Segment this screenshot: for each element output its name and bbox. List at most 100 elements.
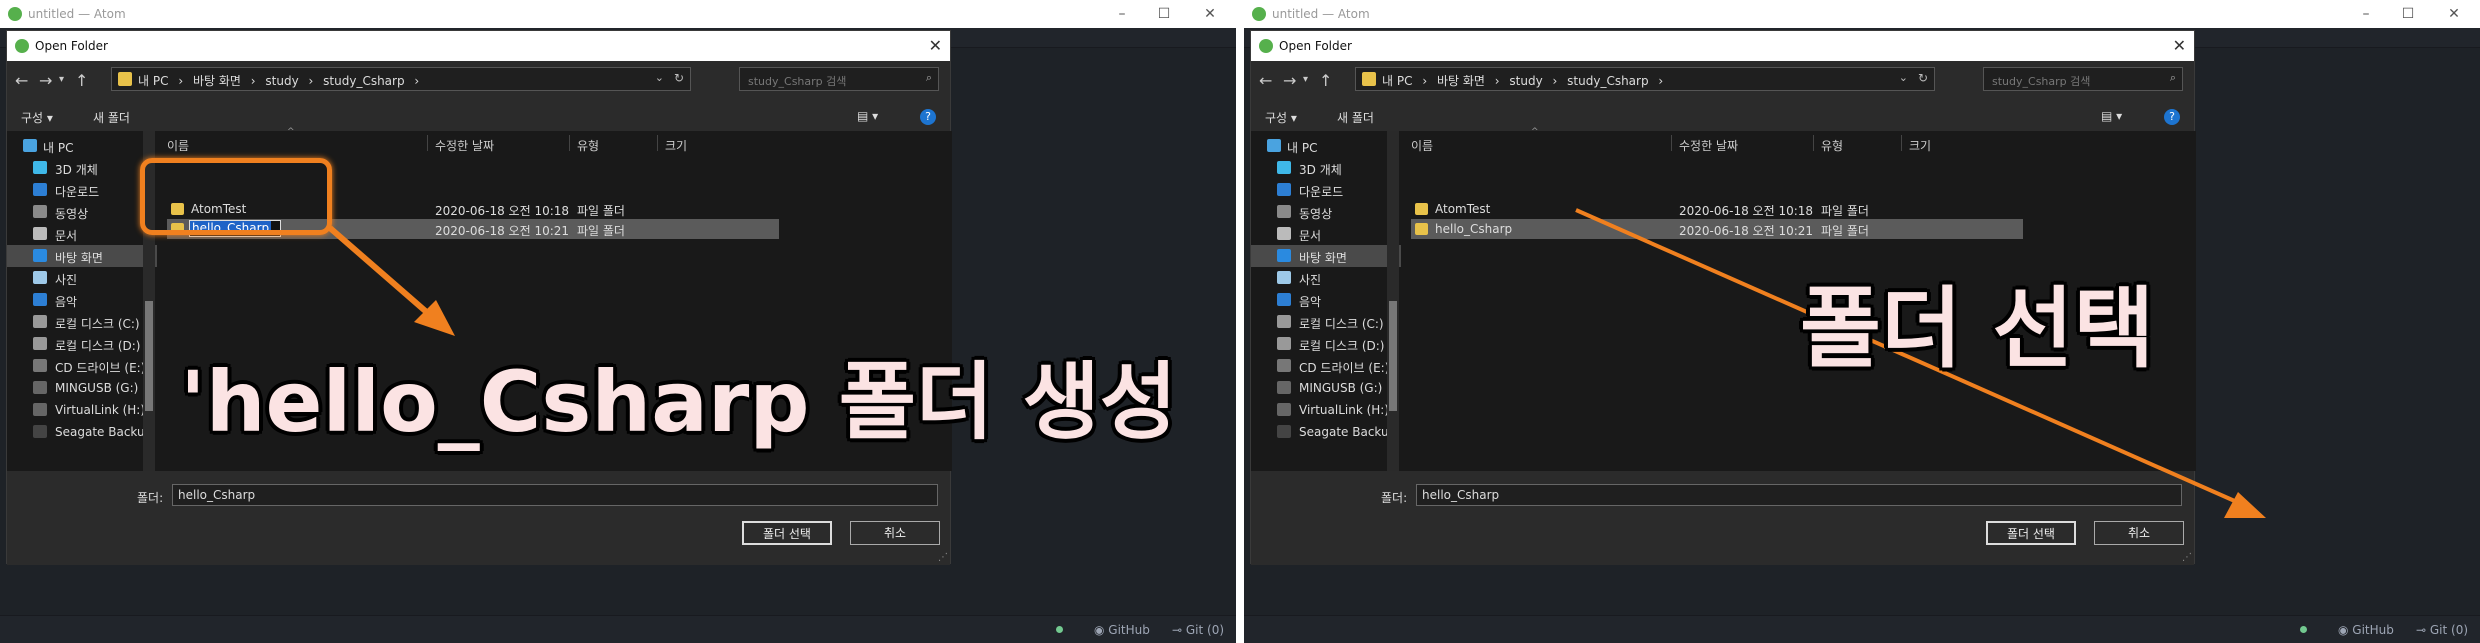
- git-status[interactable]: ⊸ Git (0): [2416, 623, 2468, 637]
- nav-item-desktop[interactable]: 바탕 화면: [7, 245, 157, 267]
- resize-grip-icon[interactable]: ⋰: [938, 552, 948, 563]
- folder-name-field[interactable]: hello_Csharp: [1416, 484, 2182, 506]
- search-icon: ⌕: [2169, 71, 2176, 84]
- column-header-date[interactable]: 수정한 날짜: [435, 137, 494, 154]
- forward-arrow-icon[interactable]: →: [39, 71, 52, 90]
- nav-item[interactable]: Seagate Backup: [7, 421, 157, 443]
- dialog-close-icon[interactable]: ✕: [929, 36, 942, 55]
- new-folder-button[interactable]: 새 폴더: [1337, 109, 1374, 126]
- refresh-icon[interactable]: ↻: [1918, 71, 1928, 85]
- column-header-name[interactable]: 이름: [1411, 137, 1433, 154]
- maximize-icon[interactable]: ☐: [1154, 4, 1174, 24]
- breadcrumb-item[interactable]: study_Csharp: [1567, 74, 1648, 88]
- nav-item[interactable]: 음악: [1251, 289, 1401, 311]
- nav-item[interactable]: 사진: [1251, 267, 1401, 289]
- breadcrumb-item[interactable]: 바탕 화면: [193, 74, 241, 88]
- cancel-button[interactable]: 취소: [2094, 521, 2184, 545]
- github-status[interactable]: ◉ GitHub: [2338, 623, 2394, 637]
- nav-label: Seagate Backup: [55, 425, 153, 439]
- up-arrow-icon[interactable]: ↑: [75, 71, 88, 90]
- breadcrumb-item[interactable]: 내 PC: [138, 74, 168, 88]
- nav-item[interactable]: CD 드라이브 (E:): [7, 355, 157, 377]
- close-icon[interactable]: ✕: [2444, 4, 2464, 24]
- nav-item[interactable]: 문서: [7, 223, 157, 245]
- organize-button[interactable]: 구성 ▾: [1265, 109, 1297, 126]
- breadcrumb-item[interactable]: study_Csharp: [323, 74, 404, 88]
- nav-item[interactable]: VirtualLink (H:): [7, 399, 157, 421]
- nav-item[interactable]: 다운로드: [1251, 179, 1401, 201]
- nav-item[interactable]: 3D 개체: [7, 157, 157, 179]
- column-header-size[interactable]: 크기: [665, 137, 687, 154]
- breadcrumb-item[interactable]: study: [265, 74, 298, 88]
- nav-label: 내 PC: [1287, 141, 1318, 155]
- view-options-icon[interactable]: ▤ ▾: [2101, 109, 2122, 123]
- address-bar[interactable]: 내 PC › 바탕 화면 › study › study_Csharp › ⌄ …: [111, 67, 691, 91]
- nav-item[interactable]: 내 PC: [1251, 135, 1401, 157]
- minimize-icon[interactable]: –: [2356, 4, 2376, 24]
- cancel-button[interactable]: 취소: [850, 521, 940, 545]
- search-input[interactable]: study_Csharp 검색 ⌕: [1983, 67, 2183, 91]
- nav-item[interactable]: 음악: [7, 289, 157, 311]
- nav-item[interactable]: 로컬 디스크 (D:): [7, 333, 157, 355]
- nav-label: 음악: [1299, 295, 1322, 309]
- column-header-type[interactable]: 유형: [577, 137, 599, 154]
- recent-chevron-icon[interactable]: ▾: [59, 74, 64, 85]
- nav-item[interactable]: 내 PC: [7, 135, 157, 157]
- select-folder-button[interactable]: 폴더 선택: [1986, 521, 2076, 545]
- nav-scrollbar[interactable]: [1387, 131, 1399, 471]
- new-folder-button[interactable]: 새 폴더: [93, 109, 130, 126]
- breadcrumb-item[interactable]: 바탕 화면: [1437, 74, 1485, 88]
- help-icon[interactable]: ?: [2164, 109, 2180, 125]
- maximize-icon[interactable]: ☐: [2398, 4, 2418, 24]
- nav-item[interactable]: 로컬 디스크 (C:): [1251, 311, 1401, 333]
- up-arrow-icon[interactable]: ↑: [1319, 71, 1332, 90]
- resize-grip-icon[interactable]: ⋰: [2182, 552, 2192, 563]
- nav-item[interactable]: 로컬 디스크 (C:): [7, 311, 157, 333]
- file-date: 2020-06-18 오전 10:18: [1679, 204, 1814, 218]
- address-dropdown-icon[interactable]: ⌄: [655, 71, 664, 84]
- minimize-icon[interactable]: –: [1112, 4, 1132, 24]
- nav-item[interactable]: VirtualLink (H:): [1251, 399, 1401, 421]
- nav-item[interactable]: 로컬 디스크 (D:): [1251, 333, 1401, 355]
- scroll-thumb[interactable]: [1389, 301, 1397, 411]
- nav-item[interactable]: 3D 개체: [1251, 157, 1401, 179]
- nav-label: 3D 개체: [1299, 163, 1342, 177]
- address-dropdown-icon[interactable]: ⌄: [1899, 71, 1908, 84]
- recent-chevron-icon[interactable]: ▾: [1303, 74, 1308, 85]
- view-options-icon[interactable]: ▤ ▾: [857, 109, 878, 123]
- forward-arrow-icon[interactable]: →: [1283, 71, 1296, 90]
- nav-item[interactable]: MINGUSB (G:): [1251, 377, 1401, 399]
- organize-button[interactable]: 구성 ▾: [21, 109, 53, 126]
- breadcrumb-item[interactable]: 내 PC: [1382, 74, 1412, 88]
- dialog-title: Open Folder: [35, 39, 108, 53]
- nav-item[interactable]: 다운로드: [7, 179, 157, 201]
- nav-item[interactable]: CD 드라이브 (E:): [1251, 355, 1401, 377]
- scroll-thumb[interactable]: [145, 301, 153, 411]
- nav-item[interactable]: MINGUSB (G:): [7, 377, 157, 399]
- dialog-close-icon[interactable]: ✕: [2173, 36, 2186, 55]
- breadcrumb-item[interactable]: study: [1509, 74, 1542, 88]
- help-icon[interactable]: ?: [920, 109, 936, 125]
- nav-item[interactable]: 사진: [7, 267, 157, 289]
- git-status[interactable]: ⊸ Git (0): [1172, 623, 1224, 637]
- column-header-size[interactable]: 크기: [1909, 137, 1931, 154]
- nav-item[interactable]: 문서: [1251, 223, 1401, 245]
- back-arrow-icon[interactable]: ←: [15, 71, 28, 90]
- close-icon[interactable]: ✕: [1200, 4, 1220, 24]
- file-row[interactable]: AtomTest 2020-06-18 오전 10:18 파일 폴더: [1411, 199, 2023, 219]
- github-status[interactable]: ◉ GitHub: [1094, 623, 1150, 637]
- file-row-selected[interactable]: hello_Csharp 2020-06-18 오전 10:21 파일 폴더: [1411, 219, 2023, 239]
- select-folder-button[interactable]: 폴더 선택: [742, 521, 832, 545]
- refresh-icon[interactable]: ↻: [674, 71, 684, 85]
- nav-item-desktop[interactable]: 바탕 화면: [1251, 245, 1401, 267]
- address-bar[interactable]: 내 PC › 바탕 화면 › study › study_Csharp › ⌄ …: [1355, 67, 1935, 91]
- back-arrow-icon[interactable]: ←: [1259, 71, 1272, 90]
- nav-item[interactable]: 동영상: [1251, 201, 1401, 223]
- search-input[interactable]: study_Csharp 검색 ⌕: [739, 67, 939, 91]
- column-header-date[interactable]: 수정한 날짜: [1679, 137, 1738, 154]
- nav-item[interactable]: Seagate Backup: [1251, 421, 1401, 443]
- folder-name-field[interactable]: hello_Csharp: [172, 484, 938, 506]
- column-header-name[interactable]: 이름: [167, 137, 189, 154]
- column-header-type[interactable]: 유형: [1821, 137, 1843, 154]
- nav-item[interactable]: 동영상: [7, 201, 157, 223]
